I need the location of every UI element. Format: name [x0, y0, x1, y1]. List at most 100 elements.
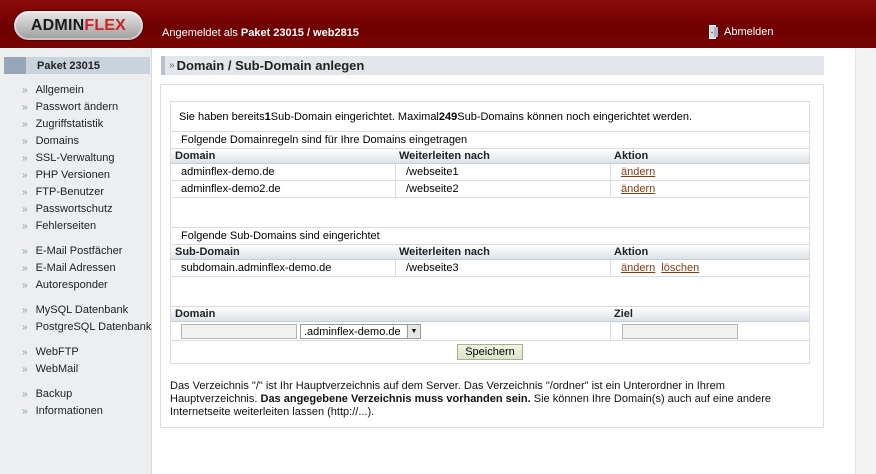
sidebar-item-fehlerseiten[interactable]: » Fehlerseiten	[22, 218, 151, 235]
sidebar-item-label: PHP Versionen	[35, 169, 110, 181]
right-scroll-area	[855, 48, 876, 474]
login-info: Angemeldet als Paket 23015 / web2815	[162, 27, 359, 39]
sidebar-item-label: Zugriffstatistik	[35, 118, 104, 130]
sidebar-item-allgemein[interactable]: » Allgemein	[22, 82, 151, 99]
sidebar: Paket 23015 » Allgemein » Passwort ändern …	[0, 48, 152, 474]
table-spacer	[171, 277, 809, 307]
sidebar-item-label: Passwort ändern	[35, 101, 119, 113]
logo-text-admin: ADMIN	[30, 16, 85, 34]
table-row: adminflex-demo.de /webseite1 ändern	[171, 164, 809, 181]
column-header-action: Aktion	[614, 150, 649, 162]
sidebar-item-ssl[interactable]: » SSL-Verwaltung	[22, 150, 151, 167]
package-label: Paket 23015	[37, 59, 100, 72]
sidebar-item-mysql[interactable]: » MySQL Datenbank	[22, 302, 151, 319]
domain-table: Sie haben bereits 1 Sub-Domain eingerich…	[170, 101, 810, 364]
raquo-icon: »	[22, 170, 28, 181]
save-button[interactable]: Speichern	[457, 344, 523, 360]
raquo-icon: »	[22, 119, 28, 130]
sidebar-item-php[interactable]: » PHP Versionen	[22, 167, 151, 184]
table-row: subdomain.adminflex-demo.de /webseite3 ä…	[171, 260, 809, 277]
logout-link[interactable]: Abmelden	[709, 25, 774, 39]
subdomain-input[interactable]	[181, 323, 297, 339]
column-header-target: Weiterleiten nach	[399, 150, 490, 162]
subdomain-info: Sie haben bereits 1 Sub-Domain eingerich…	[171, 102, 809, 132]
sidebar-item-postgresql[interactable]: » PostgreSQL Datenbank	[22, 319, 151, 336]
sidebar-item-label: FTP-Benutzer	[35, 186, 105, 198]
form-row: .adminflex-demo.de ▼	[171, 322, 809, 341]
sidebar-item-ftp[interactable]: » FTP-Benutzer	[22, 184, 151, 201]
sidebar-item-label: MySQL Datenbank	[35, 304, 129, 316]
column-header-subdomain: Sub-Domain	[175, 246, 240, 258]
login-account: Paket 23015 / web2815	[240, 27, 359, 39]
raquo-icon: »	[22, 263, 28, 274]
sidebar-item-passwortschutz[interactable]: » Passwortschutz	[22, 201, 151, 218]
sidebar-item-postfaecher[interactable]: » E-Mail Postfächer	[22, 243, 151, 260]
table-spacer	[171, 198, 809, 228]
domain-select-cell: .adminflex-demo.de ▼	[300, 324, 421, 339]
sidebar-item-label: Backup	[35, 388, 73, 400]
column-header-domain: Domain	[175, 150, 216, 162]
raquo-icon: »	[22, 136, 28, 147]
delete-link[interactable]: löschen	[661, 262, 699, 274]
sidebar-item-adressen[interactable]: » E-Mail Adressen	[22, 260, 151, 277]
raquo-icon: »	[22, 153, 28, 164]
info-suffix: Sub-Domains können noch eingerichtet wer…	[457, 110, 693, 123]
row-target: /webseite2	[395, 181, 610, 197]
page-title: Domain / Sub-Domain anlegen	[176, 58, 365, 73]
table-row: adminflex-demo2.de /webseite2 ändern	[171, 181, 809, 198]
login-prefix: Angemeldet als	[162, 27, 241, 39]
raquo-icon: »	[22, 85, 28, 96]
target-input-cell	[610, 322, 810, 340]
sidebar-item-label: SSL-Verwaltung	[35, 152, 115, 164]
sidebar-item-webftp[interactable]: » WebFTP	[22, 344, 151, 361]
sidebar-item-label: Autoresponder	[35, 279, 108, 291]
raquo-icon: »	[22, 389, 28, 400]
column-header-action: Aktion	[614, 246, 649, 258]
raquo-icon: »	[22, 406, 28, 417]
sidebar-item-label: E-Mail Postfächer	[35, 245, 123, 257]
raquo-icon: »	[169, 60, 175, 71]
domain-select[interactable]: .adminflex-demo.de ▼	[300, 324, 421, 339]
raquo-icon: »	[22, 280, 28, 291]
sidebar-item-label: Passwortschutz	[35, 203, 113, 215]
sidebar-item-informationen[interactable]: » Informationen	[22, 403, 151, 420]
section-label-text: Folgende Domainregeln sind für Ihre Doma…	[181, 134, 468, 146]
row-actions: ändern	[610, 181, 810, 197]
edit-link[interactable]: ändern	[621, 183, 655, 195]
content-panel: Sie haben bereits 1 Sub-Domain eingerich…	[160, 84, 824, 428]
raquo-icon: »	[22, 347, 28, 358]
sidebar-item-domains[interactable]: » Domains	[22, 133, 151, 150]
row-actions: ändern löschen	[610, 260, 810, 276]
target-input[interactable]	[622, 323, 738, 339]
logout-label: Abmelden	[724, 26, 774, 38]
adminflex-logo[interactable]: ADMIN FLEX	[13, 10, 144, 41]
row-target: /webseite3	[395, 260, 610, 276]
sidebar-item-passwort[interactable]: » Passwort ändern	[22, 99, 151, 116]
sidebar-item-label: WebFTP	[35, 346, 79, 358]
sidebar-item-webmail[interactable]: » WebMail	[22, 361, 151, 378]
sidebar-item-label: Allgemein	[35, 84, 84, 96]
directory-note: Das Verzeichnis "/" ist Ihr Hauptverzeic…	[170, 380, 800, 419]
submit-row: Speichern	[171, 341, 809, 363]
column-header-target: Weiterleiten nach	[399, 246, 490, 258]
edit-link[interactable]: ändern	[621, 262, 655, 274]
sidebar-item-backup[interactable]: » Backup	[22, 386, 151, 403]
sidebar-nav: » Allgemein » Passwort ändern » Zugriffstat…	[22, 82, 151, 420]
raquo-icon: »	[22, 204, 28, 215]
row-target: /webseite1	[395, 164, 610, 180]
info-max: 249	[438, 110, 458, 123]
sidebar-item-autoresponder[interactable]: » Autoresponder	[22, 277, 151, 294]
subdomains-label: Folgende Sub-Domains sind eingerichtet	[171, 228, 809, 245]
raquo-icon: »	[22, 246, 28, 257]
raquo-icon: »	[22, 322, 28, 333]
sidebar-item-zugriffstatistik[interactable]: » Zugriffstatistik	[22, 116, 151, 133]
top-header: ADMIN FLEX Angemeldet als Paket 23015 / w…	[0, 0, 876, 48]
form-header: Domain Ziel	[171, 307, 809, 322]
package-marker	[4, 57, 26, 74]
raquo-icon: »	[22, 305, 28, 316]
door-exit-icon	[709, 25, 718, 39]
domain-rules-label: Folgende Domainregeln sind für Ihre Doma…	[171, 132, 809, 149]
edit-link[interactable]: ändern	[621, 166, 655, 178]
sidebar-item-label: WebMail	[35, 363, 79, 375]
raquo-icon: »	[22, 364, 28, 375]
